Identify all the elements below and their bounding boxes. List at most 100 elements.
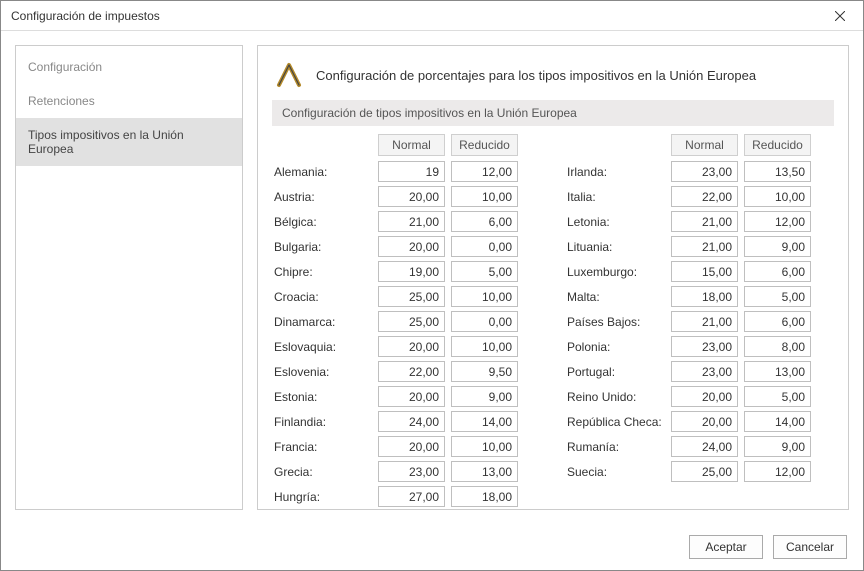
reduced-rate-input[interactable] <box>744 261 811 282</box>
col-head-reducido: Reducido <box>451 134 518 156</box>
reduced-rate-input[interactable] <box>451 486 518 507</box>
reduced-rate-input[interactable] <box>451 461 518 482</box>
sidebar: Configuración Retenciones Tipos impositi… <box>15 45 243 510</box>
country-label: Reino Unido: <box>565 390 665 404</box>
tax-row: Austria: <box>272 184 541 209</box>
normal-rate-input[interactable] <box>671 386 738 407</box>
normal-rate-input[interactable] <box>378 461 445 482</box>
reduced-rate-input[interactable] <box>744 461 811 482</box>
country-label: Letonia: <box>565 215 665 229</box>
normal-rate-input[interactable] <box>378 486 445 507</box>
normal-rate-input[interactable] <box>378 186 445 207</box>
normal-rate-input[interactable] <box>378 311 445 332</box>
normal-rate-input[interactable] <box>378 361 445 382</box>
reduced-rate-input[interactable] <box>451 336 518 357</box>
tax-row: Rumanía: <box>565 434 834 459</box>
reduced-rate-input[interactable] <box>744 386 811 407</box>
country-label: Polonia: <box>565 340 665 354</box>
tax-row: Eslovaquia: <box>272 334 541 359</box>
reduced-rate-input[interactable] <box>744 186 811 207</box>
panel-title: Configuración de porcentajes para los ti… <box>316 68 756 83</box>
normal-rate-input[interactable] <box>378 336 445 357</box>
column-headers-right: Normal Reducido <box>565 132 834 157</box>
column-headers-left: Normal Reducido <box>272 132 541 157</box>
country-label: Alemania: <box>272 165 372 179</box>
normal-rate-input[interactable] <box>671 361 738 382</box>
normal-rate-input[interactable] <box>378 411 445 432</box>
reduced-rate-input[interactable] <box>451 311 518 332</box>
normal-rate-input[interactable] <box>671 236 738 257</box>
reduced-rate-input[interactable] <box>744 286 811 307</box>
normal-rate-input[interactable] <box>671 211 738 232</box>
country-label: Austria: <box>272 190 372 204</box>
country-label: Eslovenia: <box>272 365 372 379</box>
normal-rate-input[interactable] <box>671 436 738 457</box>
dialog-footer: Aceptar Cancelar <box>1 524 863 570</box>
tax-row: Lituania: <box>565 234 834 259</box>
country-label: Rumanía: <box>565 440 665 454</box>
reduced-rate-input[interactable] <box>451 361 518 382</box>
normal-rate-input[interactable] <box>671 411 738 432</box>
normal-rate-input[interactable] <box>378 261 445 282</box>
cancel-button[interactable]: Cancelar <box>773 535 847 559</box>
tax-grid: Normal Reducido Alemania:Austria:Bélgica… <box>272 132 834 509</box>
reduced-rate-input[interactable] <box>451 161 518 182</box>
reduced-rate-input[interactable] <box>744 336 811 357</box>
tax-row: Estonia: <box>272 384 541 409</box>
panel-header: Configuración de porcentajes para los ti… <box>272 56 834 100</box>
country-label: Francia: <box>272 440 372 454</box>
accept-button[interactable]: Aceptar <box>689 535 763 559</box>
sidebar-item-retenciones[interactable]: Retenciones <box>16 84 242 118</box>
sidebar-item-tipos-ue[interactable]: Tipos impositivos en la Unión Europea <box>16 118 242 166</box>
reduced-rate-input[interactable] <box>451 411 518 432</box>
reduced-rate-input[interactable] <box>744 361 811 382</box>
country-label: Suecia: <box>565 465 665 479</box>
reduced-rate-input[interactable] <box>744 161 811 182</box>
normal-rate-input[interactable] <box>671 186 738 207</box>
normal-rate-input[interactable] <box>378 386 445 407</box>
tax-row: Alemania: <box>272 159 541 184</box>
tax-row: Suecia: <box>565 459 834 484</box>
reduced-rate-input[interactable] <box>451 286 518 307</box>
tax-row: Italia: <box>565 184 834 209</box>
reduced-rate-input[interactable] <box>451 211 518 232</box>
normal-rate-input[interactable] <box>378 211 445 232</box>
normal-rate-input[interactable] <box>671 261 738 282</box>
tax-row: Grecia: <box>272 459 541 484</box>
country-label: Eslovaquia: <box>272 340 372 354</box>
reduced-rate-input[interactable] <box>451 186 518 207</box>
sidebar-item-configuracion[interactable]: Configuración <box>16 50 242 84</box>
country-label: Dinamarca: <box>272 315 372 329</box>
normal-rate-input[interactable] <box>378 236 445 257</box>
reduced-rate-input[interactable] <box>451 436 518 457</box>
normal-rate-input[interactable] <box>671 311 738 332</box>
reduced-rate-input[interactable] <box>744 411 811 432</box>
col-head-reducido: Reducido <box>744 134 811 156</box>
titlebar: Configuración de impuestos <box>1 1 863 31</box>
tax-row: Irlanda: <box>565 159 834 184</box>
tax-row: Polonia: <box>565 334 834 359</box>
tax-row: Portugal: <box>565 359 834 384</box>
reduced-rate-input[interactable] <box>451 261 518 282</box>
reduced-rate-input[interactable] <box>744 311 811 332</box>
normal-rate-input[interactable] <box>671 336 738 357</box>
country-label: Lituania: <box>565 240 665 254</box>
close-button[interactable] <box>817 1 863 31</box>
close-icon <box>835 11 845 21</box>
normal-rate-input[interactable] <box>671 161 738 182</box>
country-label: Bulgaria: <box>272 240 372 254</box>
normal-rate-input[interactable] <box>378 161 445 182</box>
country-label: Portugal: <box>565 365 665 379</box>
normal-rate-input[interactable] <box>378 436 445 457</box>
country-label: Países Bajos: <box>565 315 665 329</box>
normal-rate-input[interactable] <box>671 286 738 307</box>
reduced-rate-input[interactable] <box>451 386 518 407</box>
country-label: Chipre: <box>272 265 372 279</box>
reduced-rate-input[interactable] <box>744 211 811 232</box>
reduced-rate-input[interactable] <box>451 236 518 257</box>
tax-row: Letonia: <box>565 209 834 234</box>
normal-rate-input[interactable] <box>671 461 738 482</box>
reduced-rate-input[interactable] <box>744 436 811 457</box>
reduced-rate-input[interactable] <box>744 236 811 257</box>
normal-rate-input[interactable] <box>378 286 445 307</box>
